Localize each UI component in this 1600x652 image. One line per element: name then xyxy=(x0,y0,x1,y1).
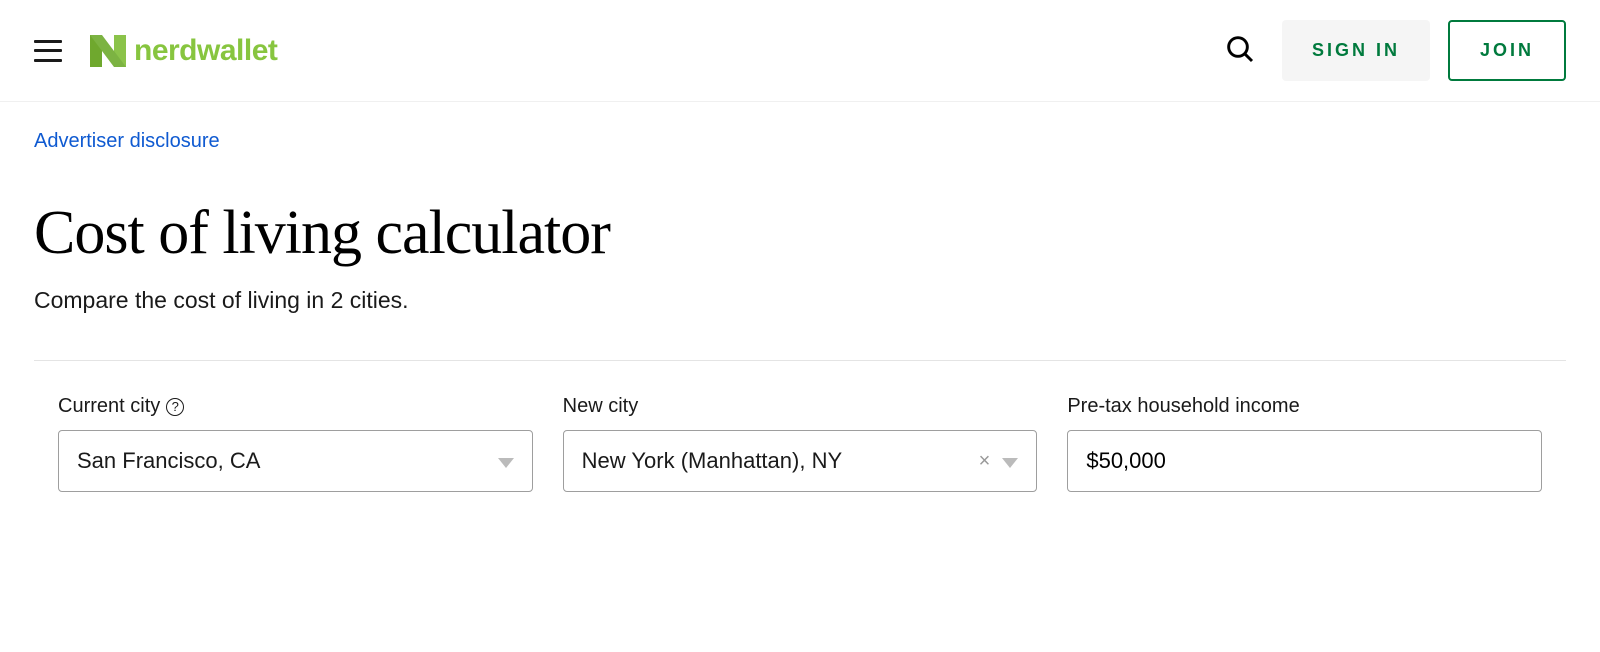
search-button[interactable] xyxy=(1216,25,1264,76)
sign-in-button[interactable]: SIGN IN xyxy=(1282,20,1430,81)
current-city-select[interactable]: San Francisco, CA xyxy=(58,430,533,492)
new-city-select[interactable]: New York (Manhattan), NY × xyxy=(563,430,1038,492)
new-city-field: New city New York (Manhattan), NY × xyxy=(563,395,1038,492)
brand-name: nerdwallet xyxy=(134,34,277,68)
menu-icon[interactable] xyxy=(34,40,62,62)
brand-logo[interactable]: nerdwallet xyxy=(88,31,277,71)
header-left-group: nerdwallet xyxy=(34,31,277,71)
page-title: Cost of living calculator xyxy=(34,199,1566,267)
select-controls: × xyxy=(979,448,1019,474)
new-city-label: New city xyxy=(563,395,1038,418)
logo-mark-icon xyxy=(88,31,128,71)
current-city-label-text: Current city xyxy=(58,395,160,418)
current-city-field: Current city ? San Francisco, CA xyxy=(58,395,533,492)
section-divider xyxy=(34,360,1566,361)
main-content: Advertiser disclosure Cost of living cal… xyxy=(0,102,1600,532)
site-header: nerdwallet SIGN IN JOIN xyxy=(0,0,1600,102)
income-field: Pre-tax household income xyxy=(1067,395,1542,492)
help-icon[interactable]: ? xyxy=(166,398,184,416)
income-input[interactable] xyxy=(1067,430,1542,492)
clear-icon[interactable]: × xyxy=(979,450,991,473)
income-label: Pre-tax household income xyxy=(1067,395,1542,418)
chevron-down-icon xyxy=(498,448,514,474)
join-button[interactable]: JOIN xyxy=(1448,20,1566,81)
chevron-down-icon xyxy=(1002,448,1018,474)
advertiser-disclosure-link[interactable]: Advertiser disclosure xyxy=(34,130,220,153)
page-subtitle: Compare the cost of living in 2 cities. xyxy=(34,287,1566,314)
calculator-form: Current city ? San Francisco, CA New cit… xyxy=(34,395,1566,492)
current-city-label: Current city ? xyxy=(58,395,533,418)
search-icon xyxy=(1224,33,1256,68)
new-city-value: New York (Manhattan), NY xyxy=(582,448,979,474)
select-controls xyxy=(498,448,514,474)
header-right-group: SIGN IN JOIN xyxy=(1216,20,1566,81)
current-city-value: San Francisco, CA xyxy=(77,448,498,474)
